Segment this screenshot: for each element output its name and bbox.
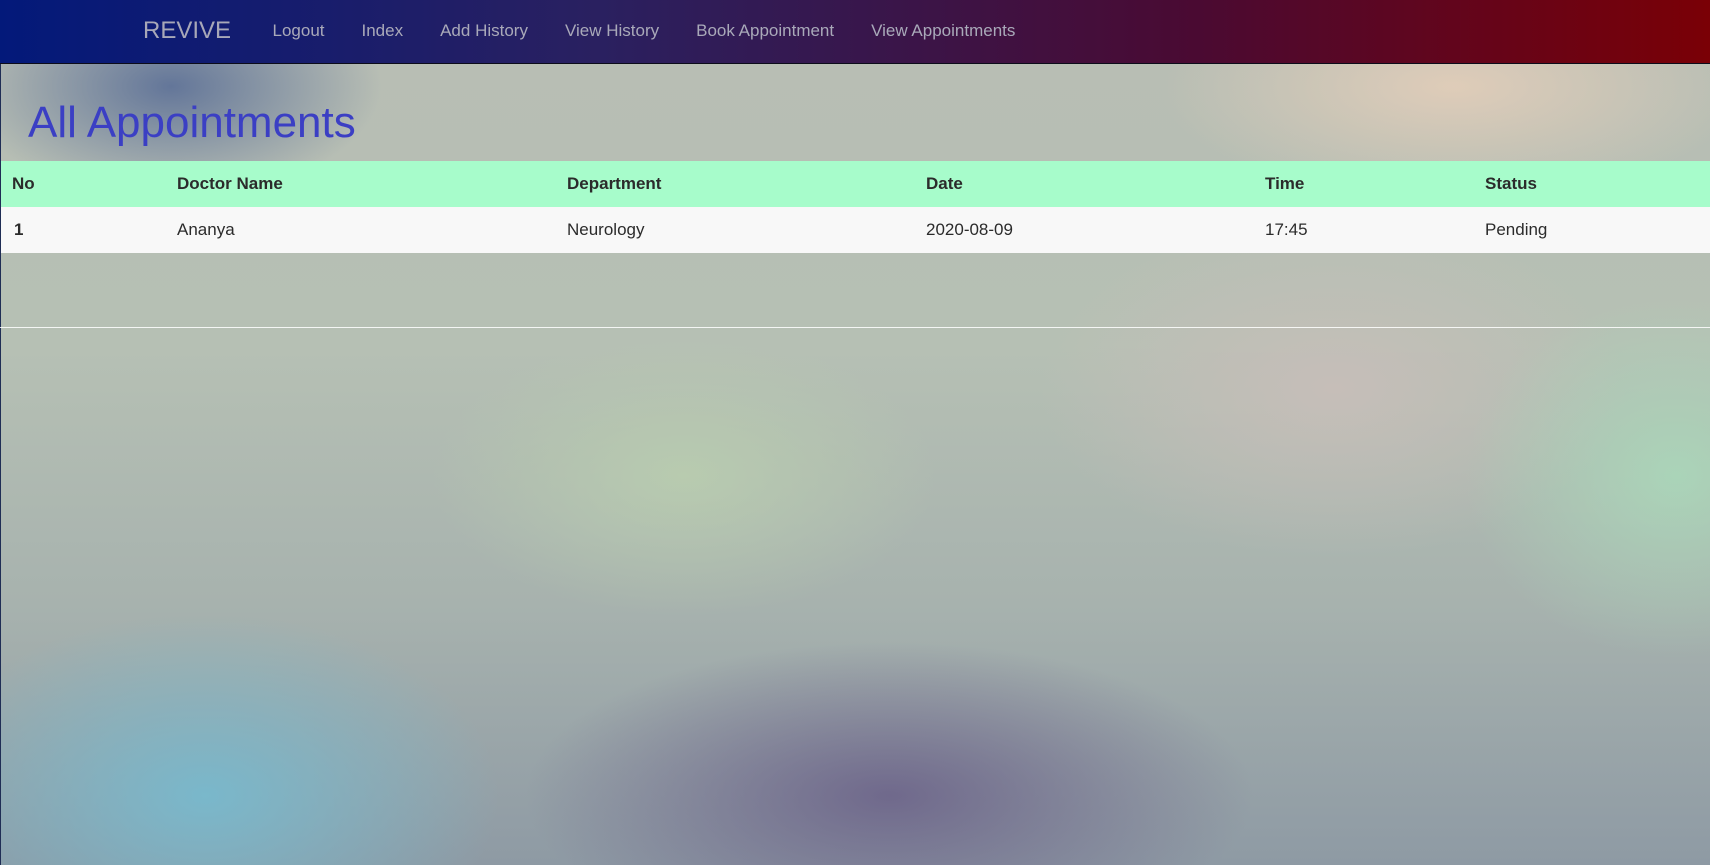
- column-header-time: Time: [1254, 161, 1474, 207]
- cell-date: 2020-08-09: [915, 207, 1254, 253]
- cell-doctor-name: Ananya: [166, 207, 556, 253]
- nav-link-add-history[interactable]: Add History: [422, 0, 547, 62]
- horizontal-divider: [0, 327, 1710, 328]
- column-header-department: Department: [556, 161, 915, 207]
- appointments-table: No Doctor Name Department Date Time Stat…: [1, 161, 1710, 253]
- nav-link-view-appointments[interactable]: View Appointments: [853, 0, 1034, 62]
- nav-link-book-appointment[interactable]: Book Appointment: [678, 0, 853, 62]
- cell-status: Pending: [1474, 207, 1710, 253]
- column-header-doctor-name: Doctor Name: [166, 161, 556, 207]
- page-title: All Appointments: [28, 98, 356, 147]
- cell-department: Neurology: [556, 207, 915, 253]
- nav-link-index[interactable]: Index: [343, 0, 422, 62]
- page-left-edge: [0, 0, 1, 865]
- column-header-no: No: [1, 161, 166, 207]
- table-header-row: No Doctor Name Department Date Time Stat…: [1, 161, 1710, 207]
- cell-time: 17:45: [1254, 207, 1474, 253]
- brand-logo[interactable]: REVIVE: [143, 0, 231, 62]
- cell-no: 1: [1, 207, 166, 253]
- nav-menu: Logout Index Add History View History Bo…: [254, 0, 1034, 62]
- column-header-date: Date: [915, 161, 1254, 207]
- table-row: 1 Ananya Neurology 2020-08-09 17:45 Pend…: [1, 207, 1710, 253]
- top-navbar: REVIVE Logout Index Add History View His…: [0, 0, 1710, 64]
- nav-link-view-history[interactable]: View History: [546, 0, 677, 62]
- column-header-status: Status: [1474, 161, 1710, 207]
- nav-link-logout[interactable]: Logout: [254, 0, 343, 62]
